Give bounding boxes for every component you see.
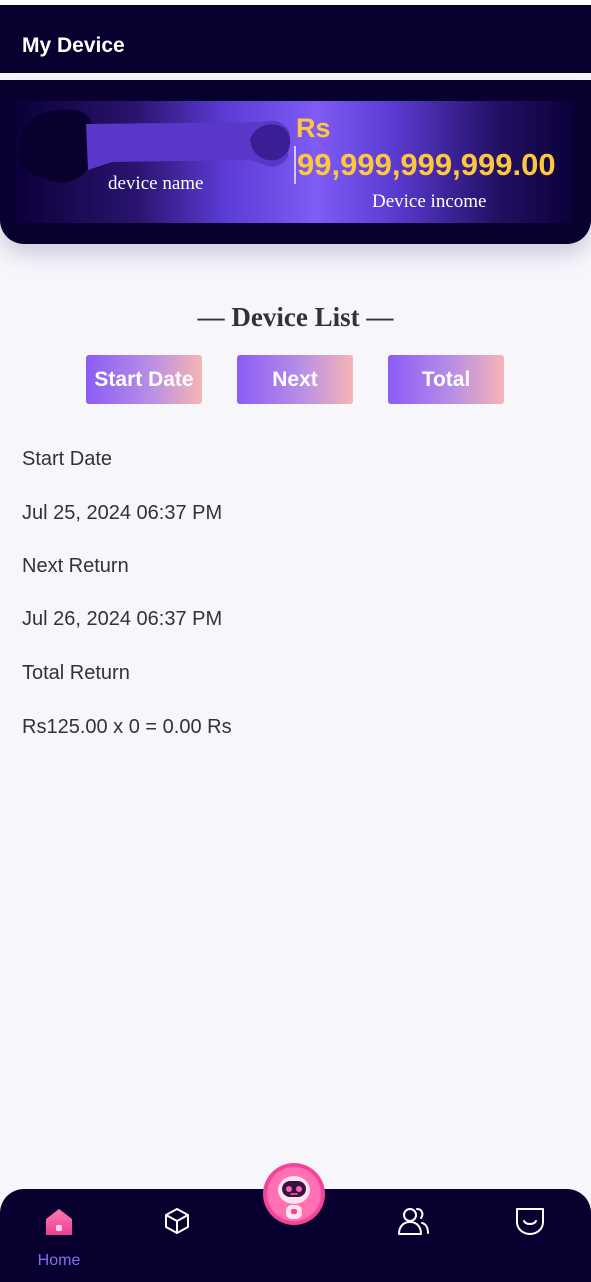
start-date-button[interactable]: Start Date (86, 355, 202, 404)
header-gap (0, 73, 591, 80)
robot-assistant-button[interactable] (263, 1163, 325, 1225)
income-amount: 99,999,999,999.00 (294, 146, 556, 184)
total-return-value: Rs125.00 x 0 = 0.00 Rs (22, 716, 232, 738)
app-header: My Device (0, 5, 591, 73)
start-date-label: Start Date (22, 448, 113, 470)
users-icon (398, 1208, 429, 1235)
page-title: My Device (22, 34, 125, 57)
device-income-label: Device income (372, 191, 487, 212)
device-list-title: — Device List — (197, 302, 394, 332)
device-income-card: device name Rs 99,999,999,999.00 Device … (0, 80, 591, 244)
total-button[interactable]: Total (388, 355, 504, 404)
nav-home[interactable]: Home (0, 1189, 118, 1269)
next-return-value: Jul 26, 2024 06:37 PM (22, 608, 223, 630)
nav-products[interactable] (148, 1189, 208, 1249)
income-currency: Rs (296, 113, 331, 143)
total-return-label: Total Return (22, 662, 130, 684)
next-button[interactable]: Next (237, 355, 353, 404)
nav-team[interactable] (384, 1189, 444, 1249)
start-date-value: Jul 25, 2024 06:37 PM (22, 502, 223, 524)
smile-icon (516, 1208, 544, 1235)
home-icon (46, 1209, 72, 1235)
device-silhouette-icon (18, 109, 291, 183)
nav-home-label: Home (37, 1252, 81, 1269)
nav-profile[interactable] (500, 1189, 560, 1249)
box-icon (165, 1208, 189, 1234)
next-return-label: Next Return (22, 555, 129, 577)
robot-assistant-icon (263, 1163, 325, 1225)
device-name-label: device name (108, 173, 204, 194)
